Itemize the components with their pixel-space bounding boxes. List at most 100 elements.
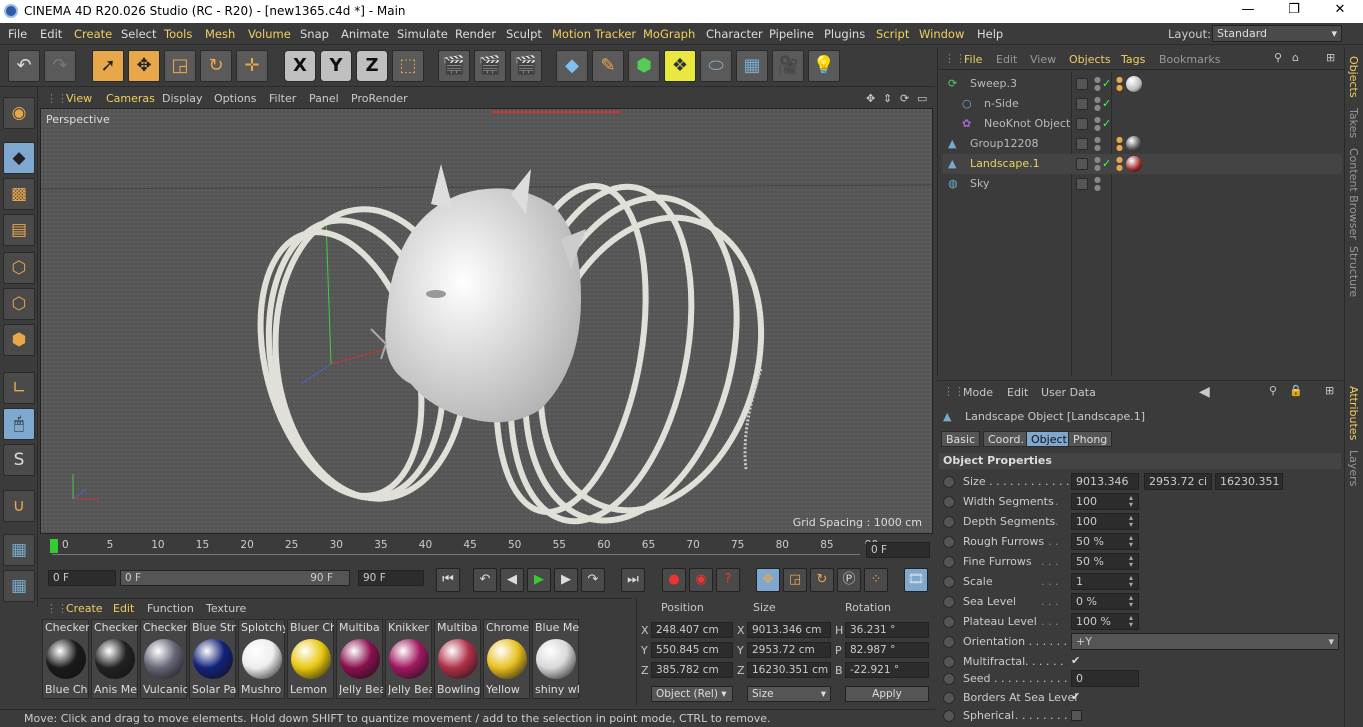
points-mode-icon[interactable]: ⬡ — [3, 252, 35, 284]
animate-dot[interactable] — [943, 516, 955, 528]
mat-menu-create[interactable]: Create — [66, 602, 103, 615]
layer-swatch[interactable] — [1076, 78, 1088, 90]
scale-tool-icon[interactable]: ◲ — [164, 50, 196, 82]
animate-dot[interactable] — [943, 673, 955, 685]
snap-magnet-icon[interactable]: ∪ — [3, 490, 35, 522]
enabled-check-icon[interactable]: ✓ — [1102, 77, 1111, 90]
object-row[interactable]: ◍ Sky ● ● — [942, 174, 1342, 194]
viewport-3d[interactable]: Perspective Grid Spacing : 1000 cm — [40, 108, 933, 534]
model-mode-icon[interactable]: ◆ — [3, 142, 35, 174]
object-row[interactable]: ✿ NeoKnot Object ● ● ✓ — [942, 114, 1342, 134]
side-tab-content-browser[interactable]: Content Browser — [1347, 148, 1360, 240]
side-tab-layers[interactable]: Layers — [1347, 450, 1360, 486]
workplane-lock-icon[interactable]: ▦ — [3, 534, 35, 566]
coordinate-system-icon[interactable]: ⬚ — [392, 50, 424, 82]
viewport-menu-options[interactable]: Options — [214, 92, 256, 105]
render-settings-icon[interactable]: 🎬 — [510, 50, 542, 82]
tab-basic[interactable]: Basic — [941, 431, 981, 447]
animate-dot[interactable] — [943, 656, 955, 668]
side-tab-structure[interactable]: Structure — [1347, 246, 1360, 297]
tab-phong[interactable]: Phong — [1068, 431, 1113, 447]
viewport-menu-filter[interactable]: Filter — [269, 92, 296, 105]
size-z-field[interactable]: 16230.351 — [1215, 473, 1283, 490]
solo-icon[interactable]: S — [3, 444, 35, 476]
rotate-tool-icon[interactable]: ↻ — [200, 50, 232, 82]
menu-volume[interactable]: Volume — [248, 27, 291, 41]
material-swatch[interactable]: Blue Str Solar Pa — [189, 619, 236, 699]
visibility-dots[interactable]: ● ● — [1094, 136, 1101, 152]
light-icon[interactable]: 💡 — [808, 50, 840, 82]
viewport-menu-panel[interactable]: Panel — [309, 92, 339, 105]
menu-mograph[interactable]: MoGraph — [643, 27, 695, 41]
y-axis-lock-icon[interactable]: Y — [320, 50, 352, 82]
obj-menu-objects[interactable]: Objects — [1069, 53, 1111, 66]
maximize-view-icon[interactable]: ▭ — [917, 92, 927, 105]
floor-environment-icon[interactable]: ▦ — [736, 50, 768, 82]
layout-select[interactable]: Standard ▾ — [1212, 25, 1342, 42]
size-field[interactable]: 9013.346 cm — [747, 622, 831, 638]
visibility-dots[interactable]: ● ● — [1094, 76, 1101, 92]
rotation-field[interactable]: 82.987 ° — [845, 642, 929, 658]
apply-button[interactable]: Apply — [845, 686, 929, 702]
camera-icon[interactable]: 🎥 — [772, 50, 804, 82]
rotation-field[interactable]: -22.921 ° — [845, 662, 929, 678]
new-window-icon[interactable]: ⊞ — [1326, 51, 1335, 64]
cube-primitive-icon[interactable]: ◆ — [556, 50, 588, 82]
previous-key-icon[interactable]: ↶ — [473, 568, 497, 592]
size-y-field[interactable]: 2953.72 ci — [1144, 473, 1212, 490]
menu-plugins[interactable]: Plugins — [824, 27, 865, 41]
edges-mode-icon[interactable]: ⬡ — [3, 288, 35, 320]
tweak-mode-icon[interactable]: 🖱 — [3, 408, 35, 440]
menu-animate[interactable]: Animate — [341, 27, 389, 41]
material-swatch[interactable]: Checker Blue Ch — [42, 619, 89, 699]
mat-menu-function[interactable]: Function — [147, 602, 194, 615]
coord-mode-select[interactable]: Object (Rel) ▾ — [651, 686, 733, 702]
next-frame-icon[interactable]: ▶ — [554, 568, 578, 592]
render-picture-viewer-icon[interactable]: 🎬 — [474, 50, 506, 82]
animate-dot[interactable] — [943, 576, 955, 588]
animate-dot[interactable] — [943, 692, 955, 704]
object-row[interactable]: ○ n-Side ● ● ✓ — [942, 94, 1342, 114]
menu-window[interactable]: Window — [919, 27, 964, 41]
layer-swatch[interactable] — [1076, 98, 1088, 110]
animate-dot[interactable] — [943, 616, 955, 628]
select-tool-icon[interactable]: ➚ — [92, 50, 124, 82]
x-axis-lock-icon[interactable]: X — [284, 50, 316, 82]
mat-menu-texture[interactable]: Texture — [206, 602, 246, 615]
material-swatch[interactable]: Multiba Bowling — [434, 619, 481, 699]
current-frame-field[interactable]: 0 F — [866, 542, 930, 558]
animate-dot[interactable] — [943, 556, 955, 568]
visibility-dots[interactable]: ● ● — [1094, 116, 1101, 132]
material-swatch[interactable]: Checker Vulcanic — [140, 619, 187, 699]
go-to-end-icon[interactable]: ⏭ — [621, 568, 645, 592]
obj-menu-bookmarks[interactable]: Bookmarks — [1159, 53, 1220, 66]
menu-create[interactable]: Create — [74, 27, 112, 41]
side-tab-takes[interactable]: Takes — [1347, 108, 1360, 138]
animate-dot[interactable] — [943, 496, 955, 508]
layer-swatch[interactable] — [1076, 178, 1088, 190]
material-swatch[interactable]: Knikker Jelly Bea — [385, 619, 432, 699]
menu-tools[interactable]: Tools — [164, 27, 192, 41]
visibility-dots[interactable]: ● ● — [1094, 96, 1101, 112]
object-row[interactable]: ⟳ Sweep.3 ● ● ✓ ● ● — [942, 74, 1342, 94]
position-field[interactable]: 248.407 cm — [651, 622, 733, 638]
material-swatch[interactable]: Multiba Jelly Bea — [336, 619, 383, 699]
menu-render[interactable]: Render — [455, 27, 496, 41]
side-tab-attributes[interactable]: Attributes — [1347, 386, 1360, 440]
timeline-window-icon[interactable]: 🎞 — [904, 568, 928, 592]
cloner-icon[interactable]: ❖ — [664, 50, 696, 82]
object-row[interactable]: ▲ Landscape.1 ● ● ✓ ● ● — [942, 154, 1342, 174]
enabled-check-icon[interactable]: ✓ — [1102, 97, 1111, 110]
menu-character[interactable]: Character — [706, 27, 763, 41]
play-icon[interactable]: ▶ — [527, 568, 551, 592]
stepper-arrows-icon[interactable]: ▴ ▾ — [1129, 514, 1133, 529]
end-frame-field[interactable]: 90 F — [358, 570, 424, 586]
key-point-level-icon[interactable]: ⁘ — [864, 568, 888, 592]
new-window-icon[interactable]: ⊞ — [1325, 384, 1334, 397]
mat-menu-edit[interactable]: Edit — [113, 602, 134, 615]
playhead[interactable] — [50, 539, 58, 553]
enabled-check-icon[interactable]: ✓ — [1102, 157, 1111, 170]
seed-field[interactable]: 0 — [1071, 670, 1139, 687]
minimize-button[interactable]: — — [1225, 2, 1271, 21]
lock-icon[interactable]: 🔒 — [1289, 384, 1303, 397]
